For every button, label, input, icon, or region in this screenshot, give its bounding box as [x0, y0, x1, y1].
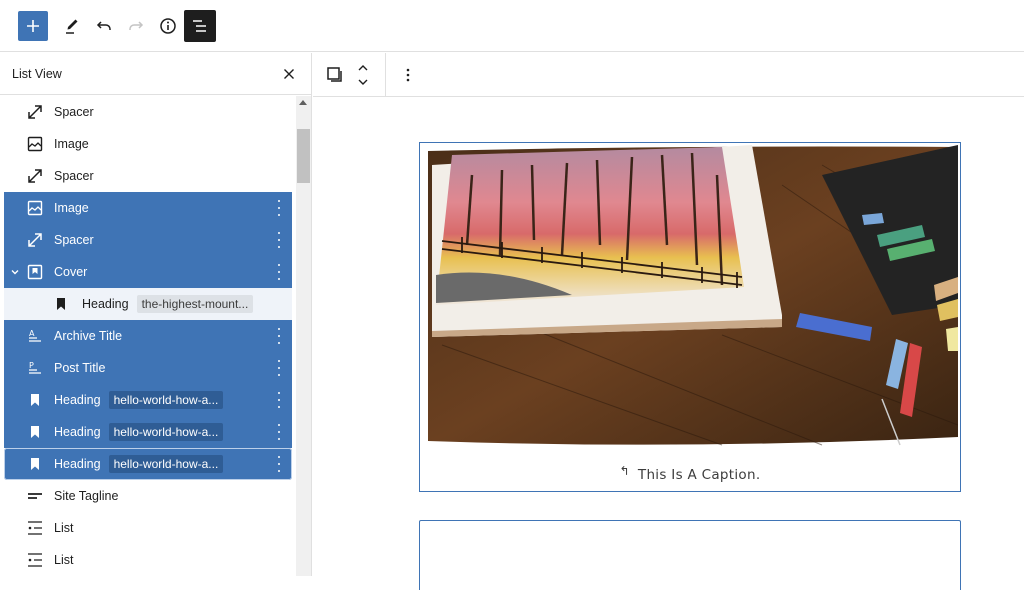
- info-icon: [160, 17, 176, 34]
- row-label: Heading: [54, 457, 101, 471]
- row-label: Site Tagline: [54, 489, 119, 503]
- row-label: Cover: [54, 265, 88, 279]
- row-options-icon[interactable]: [276, 360, 282, 376]
- bookmark-icon: [26, 455, 44, 473]
- scroll-thumb[interactable]: [297, 129, 310, 183]
- list-icon: [26, 519, 44, 537]
- row-label: Post Title: [54, 361, 106, 375]
- list-view-row-cover[interactable]: Cover: [4, 256, 292, 288]
- plus-icon: [27, 19, 39, 32]
- undo-button[interactable]: [88, 10, 120, 42]
- row-label: Spacer: [54, 169, 94, 183]
- image-block[interactable]: ↰ This Is A Caption.: [419, 142, 961, 492]
- row-label: Image: [54, 201, 89, 215]
- details-button[interactable]: [152, 10, 184, 42]
- list-view-row-image[interactable]: Image: [4, 192, 292, 224]
- row-options-icon[interactable]: [276, 424, 282, 440]
- list-view-row-heading[interactable]: Heading hello-world-how-a...: [4, 384, 292, 416]
- block-toolbar-group-more: [386, 53, 430, 97]
- anchor-badge: hello-world-how-a...: [108, 423, 224, 441]
- list-view-button[interactable]: [184, 9, 216, 42]
- cover-icon: [26, 263, 44, 281]
- row-options-icon[interactable]: [276, 392, 282, 408]
- row-label: Archive Title: [54, 329, 123, 343]
- undo-icon: [96, 20, 111, 30]
- chevron-down-icon[interactable]: [10, 266, 20, 276]
- bookmark-icon: [52, 295, 70, 313]
- row-options-icon[interactable]: [276, 328, 282, 344]
- caption-text: This Is A Caption.: [637, 467, 761, 483]
- list-view-panel: List View Spacer Image Spacer Image Spacer Co…: [0, 53, 312, 576]
- list-view-row-heading[interactable]: Heading hello-world-how-a...: [4, 416, 292, 448]
- tools-button[interactable]: [56, 10, 88, 42]
- anchor-badge: hello-world-how-a...: [108, 391, 224, 409]
- list-view-row-heading[interactable]: Heading hello-world-how-a...: [4, 448, 292, 480]
- editor-top-toolbar: [0, 0, 1024, 52]
- bookmark-icon: [26, 391, 44, 409]
- row-options-icon[interactable]: [276, 456, 282, 472]
- block-tree: Spacer Image Spacer Image Spacer Cover Heading…: [0, 96, 296, 576]
- chevron-up-down-icon: [358, 64, 368, 85]
- anchor-badge: the-highest-mount...: [136, 295, 254, 313]
- row-label: Image: [54, 137, 89, 151]
- spacer-icon: [26, 231, 44, 249]
- multiple-blocks-icon: [327, 66, 342, 82]
- list-view-row-archive-title[interactable]: A Archive Title: [4, 320, 292, 352]
- block-toolbar: [313, 52, 1024, 97]
- anchor-badge: hello-world-how-a...: [108, 455, 224, 473]
- more-options-button[interactable]: [394, 59, 422, 91]
- list-view-header: List View: [0, 53, 311, 95]
- row-label: List: [54, 553, 74, 567]
- image[interactable]: [422, 145, 958, 447]
- image-caption[interactable]: ↰ This Is A Caption.: [420, 464, 960, 483]
- row-options-icon[interactable]: [276, 232, 282, 248]
- editor-canvas: ↰ This Is A Caption.: [313, 98, 1024, 590]
- row-label: Heading: [82, 297, 129, 311]
- bookmark-icon: [26, 423, 44, 441]
- more-vertical-icon: [406, 68, 410, 81]
- svg-text:P: P: [29, 361, 34, 370]
- row-label: Spacer: [54, 233, 94, 247]
- block-toolbar-group-main: [313, 52, 386, 97]
- pencil-icon: [66, 19, 78, 34]
- move-up-down-button[interactable]: [349, 59, 377, 91]
- row-label: List: [54, 521, 74, 535]
- list-icon: [26, 551, 44, 569]
- row-label: Spacer: [54, 105, 94, 119]
- block-type-button[interactable]: [321, 59, 349, 91]
- spacer-icon: [26, 167, 44, 185]
- list-view-row-list[interactable]: List: [4, 544, 292, 576]
- list-view-row-list[interactable]: List: [4, 512, 292, 544]
- list-view-row-spacer[interactable]: Spacer: [4, 96, 292, 128]
- image-icon: [26, 199, 44, 217]
- next-block[interactable]: [419, 520, 961, 590]
- close-list-view-button[interactable]: [281, 66, 297, 82]
- row-options-icon[interactable]: [276, 264, 282, 280]
- caption-cursor-icon: ↰: [619, 464, 630, 478]
- list-view-title: List View: [12, 66, 62, 81]
- redo-button[interactable]: [120, 10, 152, 42]
- list-view-row-heading[interactable]: Heading the-highest-mount...: [4, 288, 292, 320]
- list-view-row-site-tagline[interactable]: Site Tagline: [4, 480, 292, 512]
- list-view-scrollbar[interactable]: [296, 96, 311, 576]
- post-title-icon: P: [26, 359, 44, 377]
- add-block-button[interactable]: [18, 10, 48, 41]
- tagline-icon: [26, 487, 44, 505]
- archive-title-icon: A: [26, 327, 44, 345]
- list-view-row-image[interactable]: Image: [4, 128, 292, 160]
- redo-icon: [129, 20, 144, 30]
- list-view-row-spacer[interactable]: Spacer: [4, 160, 292, 192]
- row-label: Heading: [54, 425, 101, 439]
- scroll-up-arrow-icon[interactable]: [299, 100, 307, 105]
- row-options-icon[interactable]: [276, 200, 282, 216]
- list-view-row-post-title[interactable]: P Post Title: [4, 352, 292, 384]
- list-view-icon: [193, 19, 206, 32]
- image-icon: [26, 135, 44, 153]
- svg-text:A: A: [29, 329, 35, 338]
- spacer-icon: [26, 103, 44, 121]
- row-label: Heading: [54, 393, 101, 407]
- close-icon: [284, 68, 294, 79]
- list-view-row-spacer[interactable]: Spacer: [4, 224, 292, 256]
